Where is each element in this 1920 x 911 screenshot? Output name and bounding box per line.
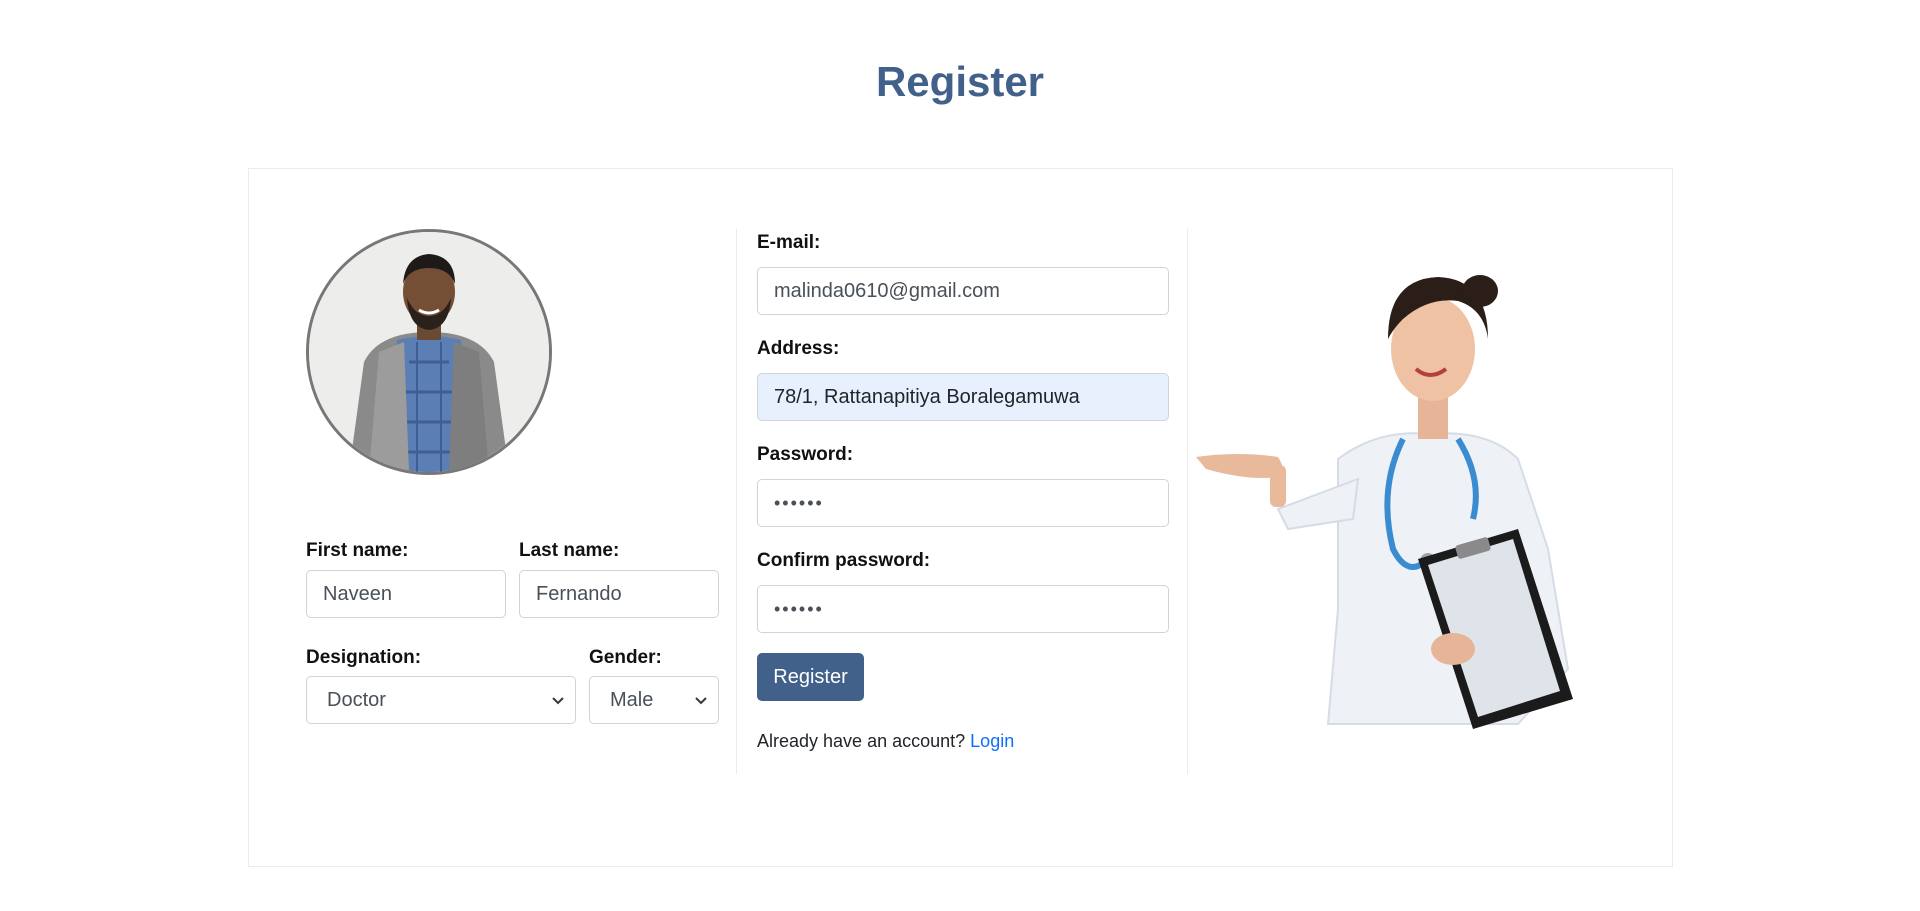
designation-select[interactable]: Doctor xyxy=(306,676,576,724)
login-link[interactable]: Login xyxy=(970,731,1014,751)
account-column: E-mail: malinda0610@gmail.com Address: 7… xyxy=(736,229,1188,774)
register-button[interactable]: Register xyxy=(757,653,864,701)
register-card: First name: Naveen Last name: Fernando D… xyxy=(248,168,1673,867)
doctor-illustration xyxy=(1196,275,1573,729)
chevron-down-icon xyxy=(695,697,707,705)
gender-label: Gender: xyxy=(589,647,662,668)
designation-label: Designation: xyxy=(306,647,422,668)
avatar-photo xyxy=(309,232,549,472)
login-prompt: Already have an account? Login xyxy=(757,731,1014,752)
email-label: E-mail: xyxy=(757,232,821,253)
last-name-label: Last name: xyxy=(519,540,620,561)
email-input[interactable]: malinda0610@gmail.com xyxy=(757,267,1169,315)
address-label: Address: xyxy=(757,338,840,359)
profile-column: First name: Naveen Last name: Fernando D… xyxy=(306,229,719,774)
login-prompt-text: Already have an account? xyxy=(757,731,966,751)
password-input[interactable]: •••••• xyxy=(757,479,1169,527)
illustration-column xyxy=(1188,229,1674,774)
first-name-label: First name: xyxy=(306,540,409,561)
designation-value: Doctor xyxy=(327,688,386,711)
last-name-input[interactable]: Fernando xyxy=(519,570,719,618)
page-title: Register xyxy=(875,58,1045,105)
chevron-down-icon xyxy=(552,697,564,705)
confirm-password-label: Confirm password: xyxy=(757,550,931,571)
gender-value: Male xyxy=(610,688,654,711)
first-name-input[interactable]: Naveen xyxy=(306,570,506,618)
confirm-password-input[interactable]: •••••• xyxy=(757,585,1169,633)
avatar[interactable] xyxy=(306,229,552,475)
password-label: Password: xyxy=(757,444,854,465)
address-input[interactable]: 78/1, Rattanapitiya Boralegamuwa xyxy=(757,373,1169,421)
gender-select[interactable]: Male xyxy=(589,676,719,724)
